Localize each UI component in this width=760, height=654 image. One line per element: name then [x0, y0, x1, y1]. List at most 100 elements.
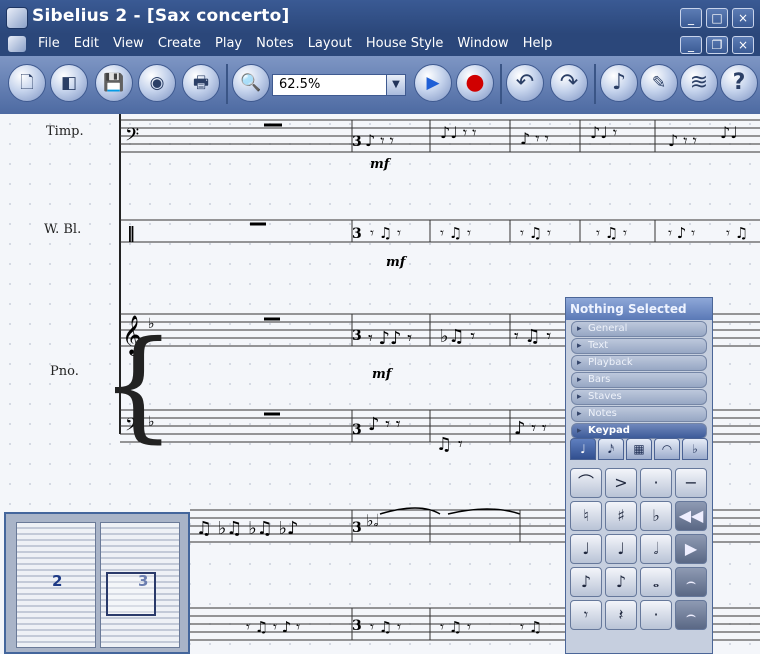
chevron-down-icon[interactable]: ▼ [386, 75, 405, 95]
svg-text:♪ 𝄾 𝄾: ♪ 𝄾 𝄾 [365, 131, 394, 150]
keypad-rewind[interactable]: ◀◀ [675, 501, 707, 531]
doc-restore-button[interactable]: ❐ [706, 36, 728, 54]
maximize-button[interactable]: □ [706, 8, 728, 28]
properties-section-notes[interactable]: Notes [571, 406, 707, 422]
menu-play[interactable]: Play [215, 36, 242, 51]
keypad-dot[interactable]: · [640, 600, 672, 630]
zoom-select[interactable]: 62.5% ▼ [272, 74, 406, 96]
toolbar-separator [500, 64, 502, 104]
close-button[interactable]: × [732, 8, 754, 28]
keypad-slur[interactable]: ⌢ [675, 600, 707, 630]
toolbar: 🗋 ◧ 💾 ◉ 🖶 🔍 62.5% ▼ ▶ ● ↶ ↷ ♪ ✎ ≋ ? [0, 56, 760, 115]
svg-text:♪ 𝄾 𝄾: ♪ 𝄾 𝄾 [520, 129, 549, 148]
menu-window[interactable]: Window [457, 36, 508, 51]
menu-layout[interactable]: Layout [308, 36, 352, 51]
keypad-thirtysecond-note[interactable]: ♪ [605, 567, 637, 597]
zoom-button[interactable]: 🔍 [232, 64, 270, 102]
dynamic-mf[interactable]: mf [372, 367, 394, 382]
page-number: 2 [52, 572, 63, 590]
undo-button[interactable]: ↶ [506, 64, 544, 102]
doc-minimize-button[interactable]: _ [680, 36, 702, 54]
svg-text:𝄾 ♫ 𝄾: 𝄾 ♫ 𝄾 [370, 618, 401, 636]
svg-text:3: 3 [352, 618, 362, 634]
play-button[interactable]: ▶ [414, 64, 452, 102]
svg-text:3: 3 [352, 422, 362, 438]
properties-section-keypad[interactable]: Keypad [571, 423, 707, 439]
keypad-rest[interactable]: 𝄾 [570, 600, 602, 630]
properties-section-staves[interactable]: Staves [571, 389, 707, 405]
keypad-tab-beams[interactable]: ▦ [626, 438, 652, 460]
window-controls: _ □ × [680, 8, 754, 28]
svg-text:𝄾 ♫ 𝄾: 𝄾 ♫ 𝄾 [520, 224, 551, 242]
menu-notes[interactable]: Notes [256, 36, 294, 51]
svg-text:3: 3 [352, 134, 362, 150]
dynamic-mf[interactable]: mf [370, 157, 392, 172]
open-icon: ◧ [60, 73, 78, 93]
instrument-name-piano: Pno. [50, 364, 79, 379]
svg-text:♪♩ 𝄾 𝄾: ♪♩ 𝄾 𝄾 [440, 123, 476, 142]
dynamic-mf[interactable]: mf [386, 255, 408, 270]
redo-button[interactable]: ↷ [550, 64, 588, 102]
svg-text:𝄾 ♫: 𝄾 ♫ [726, 224, 748, 242]
svg-text:𝄾 ♫: 𝄾 ♫ [520, 618, 542, 636]
menu-help[interactable]: Help [523, 36, 553, 51]
flexi-time-button[interactable]: ≋ [680, 64, 718, 102]
print-button[interactable]: 🖶 [182, 64, 220, 102]
svg-text:♭𝅗𝅥: ♭𝅗𝅥 [366, 511, 379, 530]
flex-icon: ≋ [689, 70, 709, 95]
keypad-natural[interactable]: ♮ [570, 501, 602, 531]
doc-close-button[interactable]: × [732, 36, 754, 54]
keypad-quarter-note[interactable]: ♩ [605, 534, 637, 564]
web-publish-button[interactable]: ◉ [138, 64, 176, 102]
properties-section-playback[interactable]: Playback [571, 355, 707, 371]
menu-edit[interactable]: Edit [74, 36, 99, 51]
keypad-accent[interactable]: > [605, 468, 637, 498]
menu-view[interactable]: View [113, 36, 144, 51]
toolbar-separator [594, 64, 596, 104]
new-button[interactable]: 🗋 [8, 64, 46, 102]
keypad-tab-more-notes[interactable]: 𝅘𝅥𝅯 [598, 438, 624, 460]
svg-text:3: 3 [352, 328, 362, 344]
keypad-tab-common[interactable]: ♩ [570, 438, 596, 460]
undo-icon: ↶ [515, 70, 535, 95]
help-button[interactable]: ? [720, 64, 758, 102]
keypad-flat[interactable]: ♭ [640, 501, 672, 531]
document-icon[interactable] [8, 36, 26, 52]
keypad-play[interactable]: ▶ [675, 534, 707, 564]
sibelius-app-icon[interactable] [6, 7, 28, 29]
note-input-button[interactable]: ♪ [600, 64, 638, 102]
properties-section-general[interactable]: General [571, 321, 707, 337]
keypad-eighth-note[interactable]: ♩ [570, 534, 602, 564]
keypad-tab-articulations[interactable]: ◠ [654, 438, 680, 460]
keypad-tie[interactable]: ⌢ [675, 567, 707, 597]
keypad-tab-accidentals[interactable]: ♭ [682, 438, 708, 460]
minimize-button[interactable]: _ [680, 8, 702, 28]
note-icon: ♪ [611, 70, 627, 95]
keypad-whole-note[interactable]: 𝅝 [640, 567, 672, 597]
keypad-tenuto[interactable]: ⌒ [570, 468, 602, 498]
zoom-icon: 🔍 [240, 73, 262, 93]
save-button[interactable]: 💾 [95, 64, 133, 102]
instrument-name-woodblock: W. Bl. [44, 222, 82, 237]
menu-create[interactable]: Create [158, 36, 201, 51]
open-button[interactable]: ◧ [50, 64, 88, 102]
svg-text:♪ 𝄾 𝄾: ♪ 𝄾 𝄾 [368, 414, 401, 435]
keypad-sixteenth-note[interactable]: ♪ [570, 567, 602, 597]
keypad-tenuto-line[interactable]: − [675, 468, 707, 498]
menu-house-style[interactable]: House Style [366, 36, 444, 51]
properties-section-text[interactable]: Text [571, 338, 707, 354]
instrument-name-timpani: Timp. [46, 124, 84, 139]
keypad-half-note[interactable]: 𝅗𝅥 [640, 534, 672, 564]
svg-text:𝄾 ♫ 𝄾: 𝄾 ♫ 𝄾 [440, 224, 471, 242]
menu-file[interactable]: File [38, 36, 60, 51]
keypad-sharp[interactable]: ♯ [605, 501, 637, 531]
keypad-quarter-rest[interactable]: 𝄽 [605, 600, 637, 630]
properties-section-bars[interactable]: Bars [571, 372, 707, 388]
navigator-view-frame[interactable] [106, 572, 156, 616]
navigator-panel[interactable]: 2 3 [4, 512, 190, 654]
record-button[interactable]: ● [456, 64, 494, 102]
keypad-staccato[interactable]: · [640, 468, 672, 498]
timpani-staff: 𝄢 3 ♪ 𝄾 𝄾 ♪♩ 𝄾 𝄾 ♪ 𝄾 𝄾 ♪♩ 𝄾 ♪ 𝄾 𝄾 ♪♩ [120, 119, 760, 153]
save-icon: 💾 [103, 73, 125, 93]
eraser-button[interactable]: ✎ [640, 64, 678, 102]
